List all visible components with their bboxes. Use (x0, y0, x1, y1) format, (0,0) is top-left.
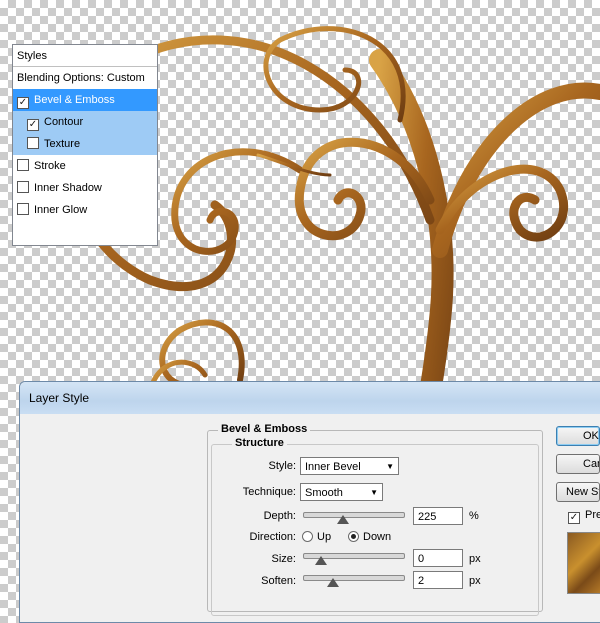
swirl-right-curl (435, 164, 569, 242)
depth-slider-thumb[interactable] (337, 515, 349, 524)
soften-input[interactable]: 2 (413, 571, 463, 589)
cancel-button[interactable]: Cancel (556, 454, 600, 474)
styles-list-header[interactable]: Styles (13, 45, 157, 67)
checkbox-unchecked-icon[interactable] (17, 181, 29, 193)
style-item-inner-glow[interactable]: Inner Glow (13, 199, 157, 221)
checkbox-checked-icon[interactable]: ✓ (568, 512, 580, 524)
style-item-stroke[interactable]: Stroke (13, 155, 157, 177)
style-item-label: Bevel & Emboss (34, 94, 115, 106)
style-item-texture[interactable]: Texture (13, 133, 157, 155)
technique-label: Technique: (242, 486, 296, 498)
style-item-label: Blending Options: Custom (17, 72, 145, 84)
depth-unit: % (469, 510, 479, 522)
soften-slider-thumb[interactable] (327, 578, 339, 587)
style-item-blending-options[interactable]: Blending Options: Custom (13, 67, 157, 89)
style-item-label: Contour (44, 116, 84, 128)
checkbox-checked-icon[interactable]: ✓ (17, 97, 29, 109)
style-label: Style: (268, 460, 296, 472)
style-select[interactable]: Inner Bevel ▼ (300, 457, 399, 475)
checkbox-checked-icon[interactable]: ✓ (27, 119, 39, 131)
direction-down-label[interactable]: Down (363, 531, 391, 543)
size-unit: px (469, 553, 481, 565)
depth-slider[interactable] (303, 512, 405, 518)
checkbox-unchecked-icon[interactable] (27, 137, 39, 149)
size-input[interactable]: 0 (413, 549, 463, 567)
preview-label: Preview (585, 509, 600, 521)
styles-list: Styles Blending Options: Custom ✓ Bevel &… (12, 44, 158, 246)
style-item-bevel-emboss[interactable]: ✓ Bevel & Emboss (13, 89, 157, 111)
preview-checkbox-row[interactable]: ✓ Preview (568, 509, 600, 524)
soften-label: Soften: (261, 575, 296, 587)
dropdown-arrow-icon: ▼ (370, 488, 378, 497)
size-slider-thumb[interactable] (315, 556, 327, 565)
technique-select[interactable]: Smooth ▼ (300, 483, 383, 501)
style-item-contour[interactable]: ✓ Contour (13, 111, 157, 133)
direction-up-label[interactable]: Up (317, 531, 331, 543)
structure-title: Structure (232, 437, 287, 449)
direction-label: Direction: (249, 531, 296, 543)
checkbox-unchecked-icon[interactable] (17, 203, 29, 215)
size-label: Size: (271, 553, 296, 565)
style-item-label: Texture (44, 138, 81, 150)
new-style-button[interactable]: New Style... (556, 482, 600, 502)
style-item-label: Inner Shadow (34, 182, 102, 194)
panel-title: Bevel & Emboss (218, 423, 311, 435)
style-preview-thumbnail (567, 532, 600, 594)
checkbox-unchecked-icon[interactable] (17, 159, 29, 171)
swirl-center-spiral (294, 137, 435, 241)
style-item-label: Stroke (34, 160, 66, 172)
technique-select-value: Smooth (305, 487, 343, 499)
dialog-title: Layer Style (29, 391, 90, 405)
style-item-inner-shadow[interactable]: Inner Shadow (13, 177, 157, 199)
style-select-value: Inner Bevel (305, 461, 361, 473)
styles-header-label: Styles (17, 50, 47, 62)
style-item-label: Inner Glow (34, 204, 88, 216)
swirl-left-spiral (171, 148, 304, 255)
depth-label: Depth: (263, 510, 296, 522)
soften-unit: px (469, 575, 481, 587)
direction-up-radio[interactable] (302, 531, 313, 542)
depth-input[interactable]: 225 (413, 507, 463, 525)
dialog-titlebar[interactable]: Layer Style (20, 382, 600, 414)
direction-down-radio[interactable] (348, 531, 359, 542)
swirl-lower-tendril (159, 319, 245, 389)
soften-slider[interactable] (303, 575, 405, 581)
ok-button[interactable]: OK (556, 426, 600, 446)
dropdown-arrow-icon: ▼ (386, 462, 394, 471)
